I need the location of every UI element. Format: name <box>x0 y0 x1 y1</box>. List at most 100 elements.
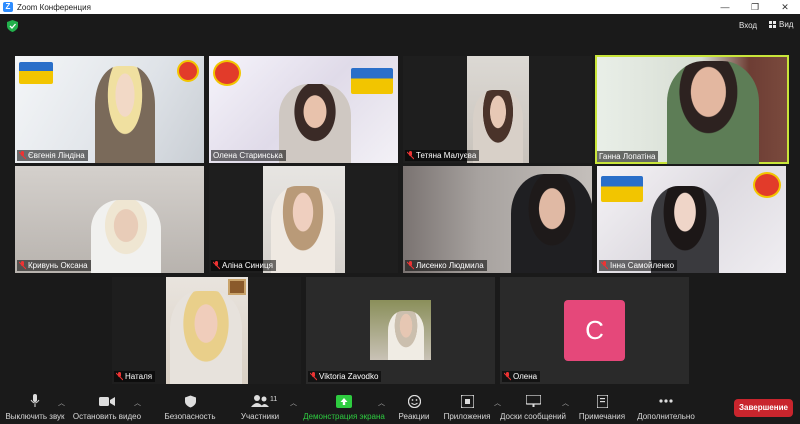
mic-muted-icon <box>116 372 123 381</box>
smiley-icon <box>407 394 421 408</box>
whiteboards-label: Доски сообщений <box>499 412 566 421</box>
security-label: Безопасность <box>164 412 216 421</box>
notes-label: Примечания <box>578 412 626 421</box>
participant-nametag: Viktoria Zavodko <box>308 371 382 382</box>
meeting-topbar: Вход Вид <box>0 14 800 40</box>
more-dots-icon <box>659 399 673 403</box>
emblem-icon <box>753 172 781 198</box>
participant-name: Олена Старинська <box>213 151 283 160</box>
participant-name: Кривунь Оксана <box>28 261 88 270</box>
mic-muted-icon <box>19 151 26 160</box>
mic-muted-icon <box>407 261 414 270</box>
video-tile[interactable]: Євгенія Ліндіна <box>15 56 204 163</box>
share-screen-icon <box>336 394 352 408</box>
reactions-label: Реакции <box>398 412 430 421</box>
view-button[interactable]: Вид <box>769 20 793 29</box>
picture-frame <box>228 279 246 295</box>
emblem-icon <box>213 60 241 86</box>
grid-view-icon <box>769 21 776 28</box>
participant-nametag: Тетяна Малуєва <box>405 150 480 161</box>
notes-icon <box>596 394 608 408</box>
participant-name: Наталя <box>125 372 153 381</box>
participant-name: Інна Самойленко <box>610 261 675 270</box>
mic-muted-icon <box>504 372 511 381</box>
mic-muted-icon <box>19 261 26 270</box>
emblem-icon <box>177 60 199 82</box>
reactions-button[interactable]: Реакции <box>396 392 432 421</box>
video-tile[interactable]: Аліна Синиця <box>209 166 398 273</box>
whiteboards-button[interactable]: Доски сообщений <box>498 392 568 421</box>
stop-video-label: Остановить видео <box>72 412 142 421</box>
participants-options-chevron-icon[interactable]: ︿ <box>290 398 297 408</box>
shield-icon <box>184 395 196 407</box>
person-silhouette <box>511 174 592 273</box>
mic-muted-icon <box>601 261 608 270</box>
video-tile-active-speaker[interactable]: Ганна Лопатіна <box>595 55 789 164</box>
participant-name: Тетяна Малуєва <box>416 151 477 160</box>
stop-video-button[interactable]: Остановить видео <box>72 392 142 421</box>
participants-count: 11 <box>270 396 278 403</box>
video-tile[interactable]: Наталя <box>112 277 301 384</box>
logo-icon <box>601 176 643 202</box>
person-silhouette <box>667 61 759 164</box>
participant-nametag: Лисенко Людмила <box>405 260 487 271</box>
participant-nametag: Євгенія Ліндіна <box>17 150 88 161</box>
people-icon <box>251 395 269 407</box>
audio-options-chevron-icon[interactable]: ︿ <box>58 398 65 408</box>
end-meeting-button[interactable]: Завершение <box>734 399 793 417</box>
participant-name: Аліна Синиця <box>222 261 273 270</box>
participant-nametag: Олена <box>502 371 541 382</box>
participant-nametag: Ганна Лопатіна <box>597 151 659 162</box>
meeting-toolbar: Выключить звук ︿ Остановить видео ︿ Безо… <box>0 390 800 424</box>
participant-name: Ганна Лопатіна <box>599 152 656 161</box>
person-silhouette <box>279 84 351 163</box>
minimize-button[interactable]: — <box>710 0 740 14</box>
video-options-chevron-icon[interactable]: ︿ <box>134 398 141 408</box>
zoom-app-icon: Z <box>3 2 13 12</box>
notes-button[interactable]: Примечания <box>576 392 628 421</box>
video-tile[interactable]: Тетяна Малуєва <box>403 56 592 163</box>
close-button[interactable]: ✕ <box>770 0 800 14</box>
video-tile[interactable]: Лисенко Людмила <box>403 166 592 273</box>
share-screen-label: Демонстрация экрана <box>303 412 385 421</box>
microphone-icon <box>30 394 40 407</box>
whiteboards-options-chevron-icon[interactable]: ︿ <box>562 398 569 408</box>
video-tile[interactable]: Кривунь Оксана <box>15 166 204 273</box>
apps-button[interactable]: Приложения <box>442 392 492 421</box>
participant-name: Лисенко Людмила <box>416 261 484 270</box>
participant-name: Євгенія Ліндіна <box>28 151 85 160</box>
participant-name: Viktoria Zavodko <box>319 372 379 381</box>
mute-label: Выключить звук <box>5 412 65 421</box>
logo-icon <box>351 68 393 94</box>
mic-muted-icon <box>407 151 414 160</box>
person-silhouette <box>388 311 424 360</box>
video-tile[interactable]: Олена Старинська <box>209 56 398 163</box>
view-label: Вид <box>779 20 794 29</box>
share-options-chevron-icon[interactable]: ︿ <box>378 398 385 408</box>
shield-icon[interactable] <box>7 20 18 32</box>
participant-name: Олена <box>513 372 538 381</box>
enter-fullscreen-button[interactable]: Вход <box>739 21 757 30</box>
participants-label: Участники <box>240 412 280 421</box>
more-label: Дополнительно <box>637 412 695 421</box>
person-silhouette <box>271 186 335 273</box>
participant-nametag: Інна Самойленко <box>599 260 678 271</box>
video-tile[interactable]: Інна Самойленко <box>597 166 786 273</box>
maximize-button[interactable]: ❐ <box>740 0 770 14</box>
video-camera-icon <box>99 396 115 406</box>
window-title: Zoom Конференция <box>17 2 91 12</box>
video-tile[interactable]: Viktoria Zavodko <box>306 277 495 384</box>
whiteboard-icon <box>525 395 541 407</box>
person-silhouette <box>95 66 155 163</box>
apps-icon <box>460 394 474 408</box>
mic-muted-icon <box>310 372 317 381</box>
logo-icon <box>19 62 53 84</box>
mute-button[interactable]: Выключить звук <box>4 392 66 421</box>
more-button[interactable]: Дополнительно <box>634 392 698 421</box>
security-button[interactable]: Безопасность <box>162 392 218 421</box>
person-silhouette <box>91 200 161 273</box>
participant-nametag: Олена Старинська <box>211 150 286 161</box>
share-screen-button[interactable]: Демонстрация экрана <box>303 392 385 421</box>
apps-label: Приложения <box>443 412 491 421</box>
mic-muted-icon <box>213 261 220 270</box>
